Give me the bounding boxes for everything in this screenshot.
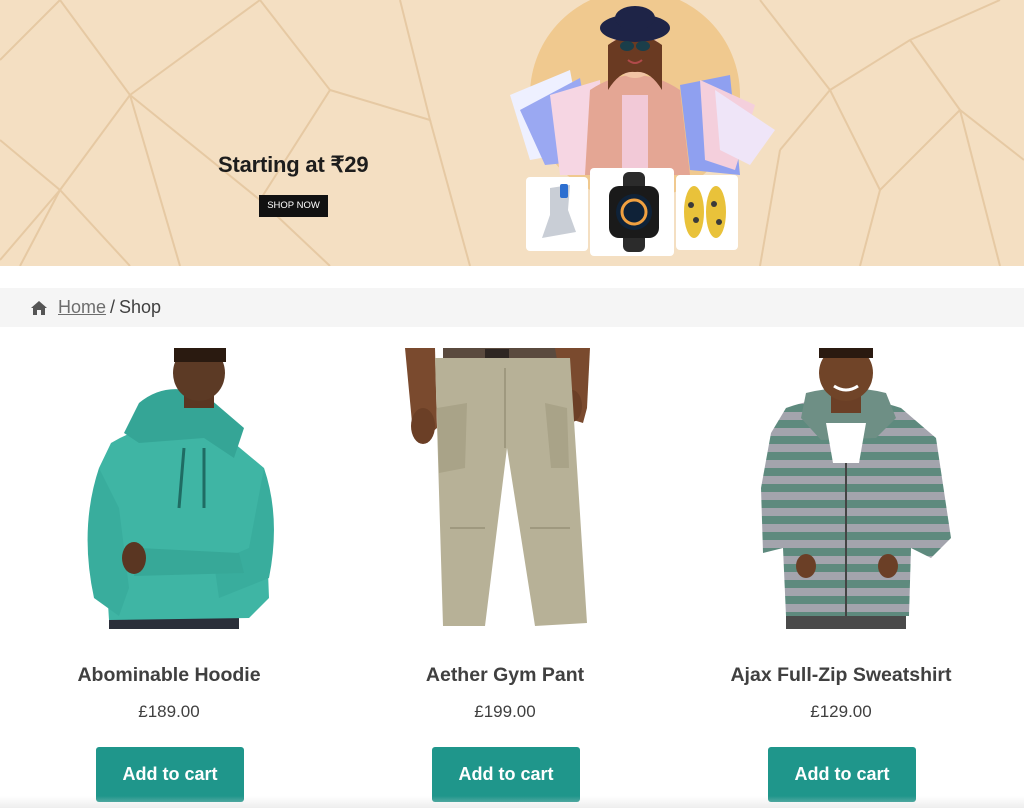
home-icon bbox=[31, 300, 47, 315]
product-image-hoodie[interactable] bbox=[19, 348, 319, 629]
product-price: £189.00 bbox=[138, 702, 200, 721]
product-card: Abominable Hoodie £189.00 Add to cart bbox=[19, 348, 319, 808]
product-card: Aether Gym Pant £199.00 Add to cart bbox=[355, 348, 655, 808]
add-to-cart-button[interactable]: Add to cart bbox=[432, 747, 580, 802]
product-image-gym-pant[interactable] bbox=[355, 348, 655, 629]
breadcrumb-current: Shop bbox=[119, 297, 162, 317]
shop-now-button[interactable]: SHOP NOW bbox=[259, 195, 328, 217]
banner-headline: Starting at ₹29 bbox=[218, 152, 369, 177]
product-image-sweatshirt[interactable] bbox=[691, 348, 991, 629]
promo-banner[interactable]: Starting at ₹29 SHOP NOW bbox=[0, 0, 1024, 266]
hero-shopping-illustration bbox=[510, 0, 775, 256]
product-title[interactable]: Ajax Full-Zip Sweatshirt bbox=[691, 664, 991, 687]
product-price: £129.00 bbox=[810, 702, 872, 721]
product-title[interactable]: Aether Gym Pant bbox=[355, 664, 655, 687]
breadcrumb-home-link[interactable]: Home bbox=[58, 297, 106, 318]
add-to-cart-button[interactable]: Add to cart bbox=[96, 747, 244, 802]
product-price: £199.00 bbox=[474, 702, 536, 721]
product-card: Ajax Full-Zip Sweatshirt £129.00 Add to … bbox=[691, 348, 991, 808]
bottom-fade bbox=[0, 796, 1024, 808]
breadcrumb: Home / Shop bbox=[0, 288, 1024, 327]
product-title[interactable]: Abominable Hoodie bbox=[19, 664, 319, 687]
add-to-cart-button[interactable]: Add to cart bbox=[768, 747, 916, 802]
breadcrumb-separator: / bbox=[110, 297, 116, 317]
